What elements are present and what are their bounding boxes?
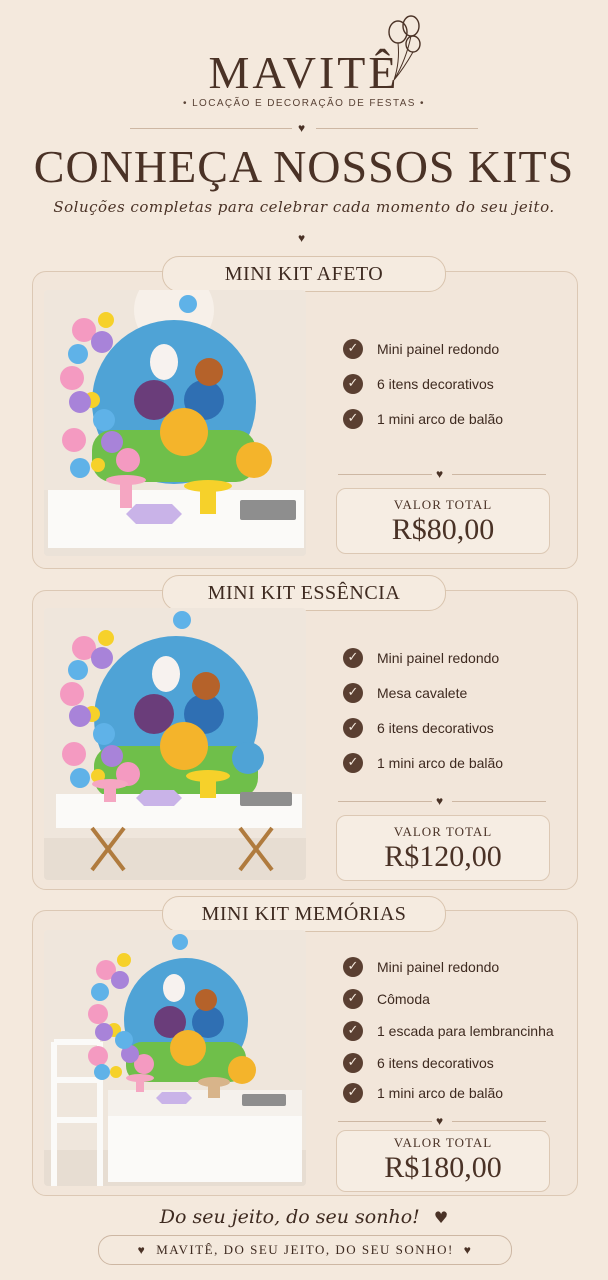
- heart-icon: ♥: [436, 467, 444, 481]
- check-circle-icon: ✓: [343, 339, 363, 359]
- brand-logo: MAVITÊ: [208, 47, 400, 98]
- feature-item: ✓ 6 itens decorativos: [343, 717, 494, 739]
- kit-title: MINI KIT AFETO: [162, 256, 446, 292]
- divider: [130, 128, 292, 129]
- check-circle-icon: ✓: [343, 1053, 363, 1073]
- feature-item: ✓ Cômoda: [343, 988, 430, 1010]
- price-label: VALOR TOTAL: [393, 497, 493, 512]
- price-label: VALOR TOTAL: [393, 824, 493, 839]
- heart-icon: ♥: [463, 1243, 473, 1257]
- feature-item: ✓ 1 mini arco de balão: [343, 408, 503, 430]
- check-circle-icon: ✓: [343, 718, 363, 738]
- divider: [452, 1121, 546, 1122]
- heart-icon: ♥: [298, 121, 306, 135]
- price-value: R$120,00: [384, 840, 502, 873]
- feature-item: ✓ 6 itens decorativos: [343, 373, 494, 395]
- heart-icon: ♥: [137, 1243, 147, 1257]
- check-circle-icon: ✓: [343, 374, 363, 394]
- footer-slogan: Do seu jeito, do seu sonho! ♥: [159, 1206, 449, 1228]
- kit-title: MINI KIT MEMÓRIAS: [162, 896, 446, 932]
- balloons-icon: [384, 12, 424, 82]
- check-circle-icon: ✓: [343, 683, 363, 703]
- feature-item: ✓ 6 itens decorativos: [343, 1052, 494, 1074]
- kit-photo: [44, 930, 306, 1186]
- check-circle-icon: ✓: [343, 648, 363, 668]
- divider: [338, 1121, 432, 1122]
- heart-icon: ♥: [436, 1114, 444, 1128]
- divider: [452, 801, 546, 802]
- feature-item: ✓ 1 escada para lembrancinha: [343, 1020, 554, 1042]
- divider: [452, 474, 546, 475]
- check-circle-icon: ✓: [343, 409, 363, 429]
- kit-photo: [44, 290, 306, 556]
- divider: [316, 128, 478, 129]
- check-circle-icon: ✓: [343, 989, 363, 1009]
- heart-icon: ♥: [436, 794, 444, 808]
- tagline: • LOCAÇÃO E DECORAÇÃO DE FESTAS •: [183, 98, 425, 109]
- divider: [338, 474, 432, 475]
- feature-item: ✓ 1 mini arco de balão: [343, 752, 503, 774]
- kit-photo: [44, 608, 306, 880]
- footer-banner: ♥ MAVITÊ, DO SEU JEITO, DO SEU SONHO! ♥: [98, 1235, 512, 1265]
- price-box: VALOR TOTAL R$120,00: [336, 815, 550, 881]
- price-label: VALOR TOTAL: [393, 1135, 493, 1150]
- price-box: VALOR TOTAL R$80,00: [336, 488, 550, 554]
- price-value: R$180,00: [384, 1151, 502, 1184]
- check-circle-icon: ✓: [343, 1083, 363, 1103]
- kit-title: MINI KIT ESSÊNCIA: [162, 575, 446, 611]
- check-circle-icon: ✓: [343, 1021, 363, 1041]
- feature-item: ✓ 1 mini arco de balão: [343, 1082, 503, 1104]
- divider: [338, 801, 432, 802]
- feature-item: ✓ Mini painel redondo: [343, 956, 499, 978]
- feature-item: ✓ Mesa cavalete: [343, 682, 467, 704]
- heart-icon: ♥: [298, 231, 306, 245]
- check-circle-icon: ✓: [343, 957, 363, 977]
- price-value: R$80,00: [391, 513, 495, 546]
- feature-item: ✓ Mini painel redondo: [343, 338, 499, 360]
- heart-icon: ♥: [433, 1208, 449, 1227]
- page-subtitle: Soluções completas para celebrar cada mo…: [53, 198, 555, 216]
- check-circle-icon: ✓: [343, 753, 363, 773]
- price-box: VALOR TOTAL R$180,00: [336, 1130, 550, 1192]
- feature-item: ✓ Mini painel redondo: [343, 647, 499, 669]
- page-title: CONHEÇA NOSSOS KITS: [33, 141, 575, 192]
